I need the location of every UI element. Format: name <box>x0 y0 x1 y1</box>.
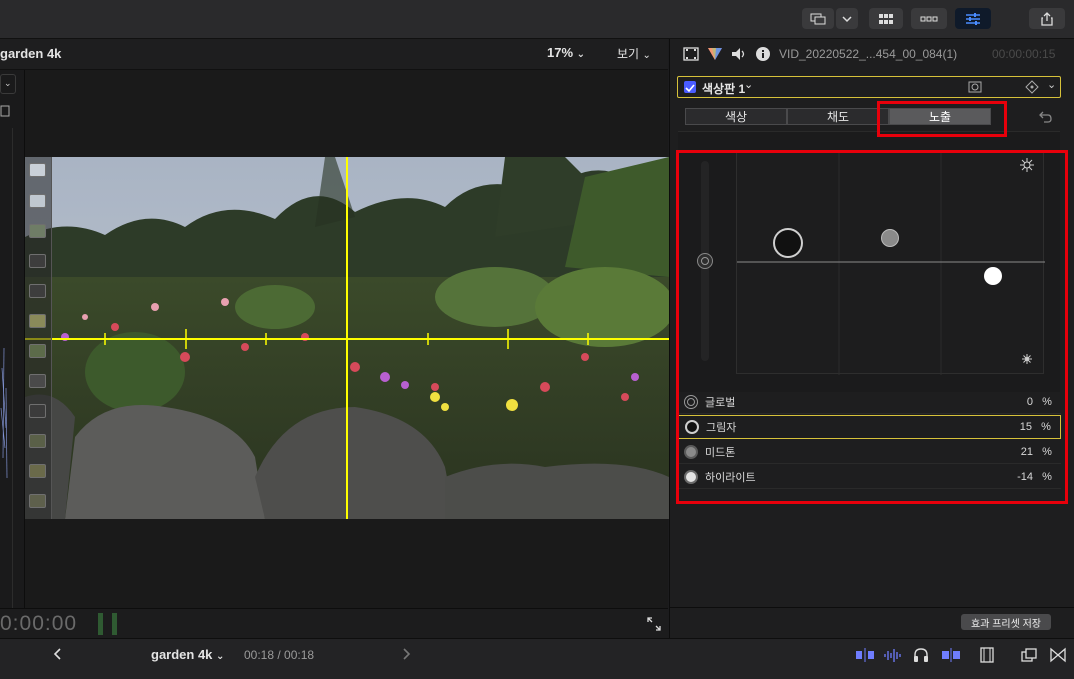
tab-color[interactable]: 색상 <box>685 108 787 125</box>
mask-thumbnail[interactable] <box>29 284 46 298</box>
chevron-down-icon: ⌄ <box>576 49 586 60</box>
inspector-button[interactable] <box>955 8 991 29</box>
save-preset-button[interactable]: 효과 프리셋 저장 <box>961 614 1051 630</box>
garden-image <box>25 157 669 519</box>
top-toolbar <box>0 0 1074 39</box>
reset-icon[interactable] <box>1038 110 1052 124</box>
mask-thumbnail[interactable] <box>29 194 46 208</box>
chevron-down-icon: ⌄ <box>216 651 225 662</box>
waveform-scope <box>0 128 13 658</box>
color-icon[interactable] <box>707 47 723 61</box>
speaker-icon[interactable] <box>730 46 748 62</box>
mask-thumbnail[interactable] <box>29 404 46 418</box>
keyframe-icon[interactable] <box>1025 80 1039 94</box>
tab-color-label: 색상 <box>724 110 748 124</box>
view-menu-label: 보기 <box>617 47 640 61</box>
view-menu[interactable]: 보기 ⌄ <box>617 45 651 62</box>
tab-saturation[interactable]: 채도 <box>787 108 889 125</box>
mask-thumbnail[interactable] <box>29 344 46 358</box>
mask-thumbnail[interactable] <box>29 464 46 478</box>
viewer-footer: 0:00:00 <box>0 608 668 639</box>
clip-window-icon[interactable] <box>1021 647 1037 663</box>
board-name: 색상판 1 <box>702 82 746 96</box>
checkmark-icon <box>685 84 695 93</box>
scope-strip: ⌄ <box>0 70 25 658</box>
timeline-bar: garden 4k ⌄ 00:18 / 00:18 <box>0 638 1074 679</box>
timecode-display[interactable]: 0:00:00 <box>0 612 77 636</box>
chevron-down-icon: ⌄ <box>744 79 754 91</box>
mask-thumbnail[interactable] <box>29 374 46 388</box>
zoom-menu[interactable]: 17% ⌄ <box>547 45 585 60</box>
highlight-exposure-tab <box>877 101 1007 137</box>
mask-thumbnail[interactable] <box>29 224 46 238</box>
timeline-icon <box>920 16 938 21</box>
audio-meter-left <box>98 613 103 635</box>
timeline-project-menu[interactable]: garden 4k ⌄ <box>151 647 224 662</box>
clip-appearance-icon[interactable] <box>855 647 875 663</box>
clip-time: 00:00:00:15 <box>992 47 1056 61</box>
display-menu-button[interactable] <box>836 8 858 29</box>
chevron-down-icon: ⌄ <box>642 50 651 61</box>
sliders-icon <box>966 12 980 25</box>
headphones-icon[interactable] <box>913 647 929 663</box>
browser-button[interactable] <box>869 8 903 29</box>
multi-display-button[interactable] <box>802 8 834 29</box>
mask-thumbnail[interactable] <box>29 434 46 448</box>
transition-icon[interactable] <box>1050 647 1066 663</box>
color-board-selector[interactable]: 색상판 1 ⌄ ⌄ <box>677 76 1061 98</box>
chevron-right-icon[interactable] <box>402 647 412 661</box>
viewer-title: garden 4k <box>0 46 62 61</box>
chevron-down-icon[interactable]: ⌄ <box>1047 78 1056 91</box>
timeline-position: 00:18 / 00:18 <box>244 648 315 662</box>
enable-checkbox[interactable] <box>684 81 696 93</box>
video-frame[interactable] <box>25 157 669 519</box>
waveform-icon[interactable] <box>0 104 10 117</box>
mask-thumbnail[interactable] <box>29 163 46 177</box>
scope-menu-button[interactable]: ⌄ <box>0 74 16 94</box>
film-icon[interactable] <box>683 47 699 61</box>
save-preset-label: 효과 프리셋 저장 <box>971 618 1041 630</box>
display-icon <box>810 13 826 24</box>
mask-thumbnail[interactable] <box>29 494 46 508</box>
timeline-button[interactable] <box>911 8 947 29</box>
film-strip-icon[interactable] <box>979 647 995 663</box>
grid-icon <box>879 13 893 24</box>
viewer-header: garden 4k 17% ⌄ 보기 ⌄ <box>0 39 668 70</box>
inspector-footer-divider <box>669 607 1074 608</box>
fullscreen-icon[interactable] <box>647 617 661 631</box>
tab-saturation-label: 채도 <box>826 110 850 124</box>
highlight-exposure-board <box>676 150 1068 504</box>
chevron-down-icon <box>842 15 852 22</box>
timeline-project: garden 4k <box>151 647 213 662</box>
chevron-left-icon[interactable] <box>52 647 62 661</box>
mask-thumbnail[interactable] <box>29 254 46 268</box>
snapping-icon[interactable] <box>941 647 961 663</box>
scope-trace-icon <box>0 347 8 479</box>
clip-name: VID_20220522_...454_00_084(1) <box>779 47 958 61</box>
mask-thumbnail[interactable] <box>29 314 46 328</box>
audio-meter-right <box>112 613 117 635</box>
info-icon[interactable] <box>755 46 771 62</box>
share-icon <box>1041 11 1053 26</box>
mask-icon[interactable] <box>968 81 982 93</box>
share-button[interactable] <box>1029 8 1065 29</box>
audio-waveform-icon[interactable] <box>883 647 903 663</box>
zoom-level: 17% <box>547 45 574 60</box>
